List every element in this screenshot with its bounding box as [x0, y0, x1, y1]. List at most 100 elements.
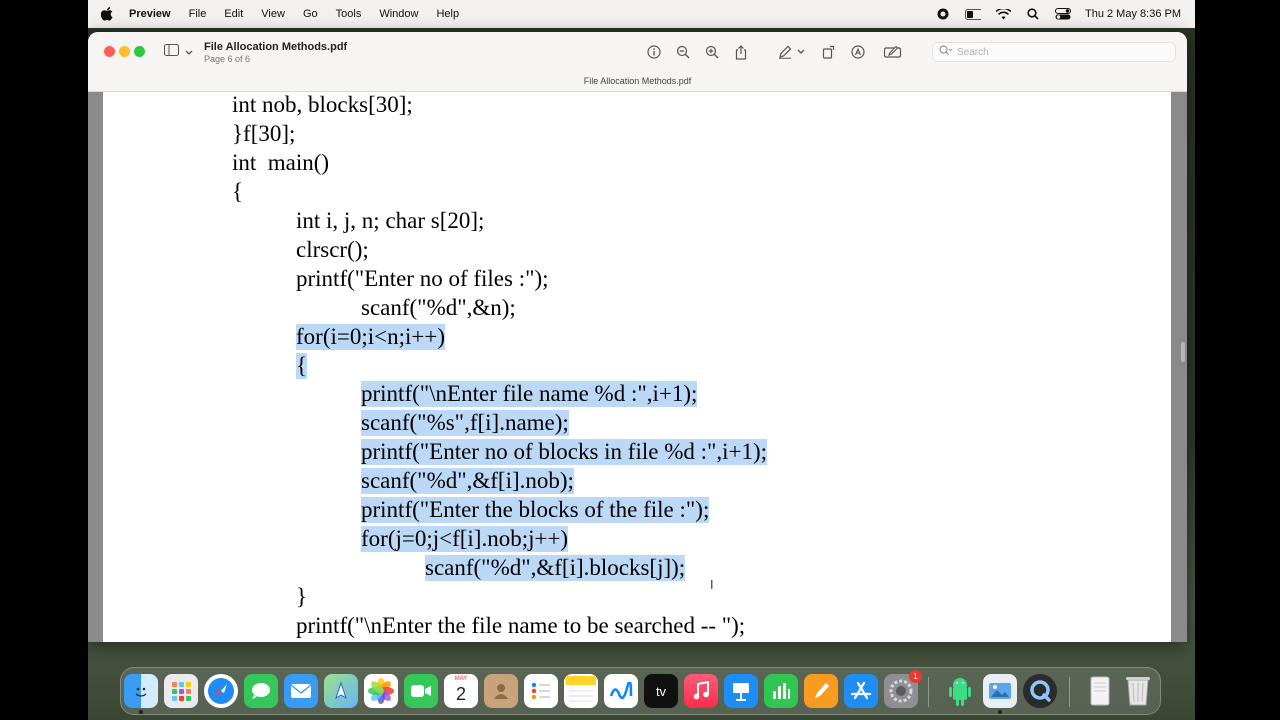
running-indicator	[139, 710, 143, 714]
dock-separator	[928, 677, 929, 707]
code-line-selected: for(i=0;i<n;i++)	[296, 324, 445, 350]
freeform-icon[interactable]	[604, 674, 638, 708]
text-cursor-icon: I	[710, 578, 714, 592]
page-indicator: Page 6 of 6	[204, 54, 251, 64]
calendar-month: MAY	[454, 676, 468, 682]
screen-recording-icon[interactable]	[935, 7, 951, 21]
notes-icon[interactable]	[564, 674, 598, 708]
battery-icon[interactable]	[965, 7, 981, 21]
window-center-title: File Allocation Methods.pdf	[583, 76, 692, 86]
wifi-icon[interactable]	[995, 7, 1011, 21]
toolbar	[645, 43, 913, 61]
document-title: File Allocation Methods.pdf	[204, 41, 348, 53]
share-icon[interactable]	[732, 43, 750, 61]
vertical-scrollbar[interactable]	[1181, 342, 1185, 362]
search-input[interactable]	[957, 46, 1157, 58]
finder-icon[interactable]	[124, 674, 158, 714]
code-line: scanf("%d",&n);	[361, 295, 516, 320]
messages-icon[interactable]	[244, 674, 278, 708]
preview-window: File Allocation Methods.pdf Page 6 of 6	[88, 32, 1187, 642]
photos-icon[interactable]	[364, 674, 398, 708]
system-settings-icon[interactable]: 1	[884, 670, 922, 708]
fullscreen-window-button[interactable]	[134, 46, 145, 57]
spotlight-search-icon[interactable]	[1025, 7, 1041, 21]
window-titlebar: File Allocation Methods.pdf Page 6 of 6	[88, 32, 1187, 92]
code-line-selected: for(j=0;j<f[i].nob;j++)	[361, 526, 569, 552]
code-line-selected: printf("Enter the blocks of the file :")…	[361, 497, 710, 523]
menu-window[interactable]: Window	[379, 8, 418, 20]
menu-bar: Preview File Edit View Go Tools Window H…	[88, 0, 1195, 28]
notification-badge: 1	[909, 670, 922, 683]
sidebar-icon	[164, 43, 179, 61]
code-line: {	[232, 179, 244, 204]
form-filling-icon[interactable]	[884, 43, 902, 61]
downloads-icon[interactable]	[1083, 674, 1117, 708]
close-window-button[interactable]	[104, 46, 115, 57]
search-icon	[939, 43, 953, 61]
menu-help[interactable]: Help	[436, 8, 459, 20]
tv-icon[interactable]: tv	[644, 674, 678, 708]
facetime-icon[interactable]	[404, 674, 438, 708]
calendar-day: 2	[455, 684, 466, 704]
code-line-selected: {	[296, 353, 308, 379]
dock-separator	[1069, 677, 1070, 707]
code-line: }f[30];	[232, 121, 296, 146]
maps-icon[interactable]	[324, 674, 358, 708]
contacts-icon[interactable]	[484, 674, 518, 708]
keynote-icon[interactable]	[724, 674, 758, 708]
markup-pen-icon[interactable]	[776, 43, 794, 61]
app-store-icon[interactable]	[844, 674, 878, 708]
code-line: }	[296, 584, 308, 609]
zoom-out-icon[interactable]	[674, 43, 692, 61]
code-line-selected: printf("\nEnter file name %d :",i+1);	[361, 381, 698, 407]
highlight-icon[interactable]	[849, 43, 867, 61]
mail-icon[interactable]	[284, 674, 318, 708]
menu-go[interactable]: Go	[303, 8, 318, 20]
safari-icon[interactable]	[204, 674, 238, 708]
info-icon[interactable]	[645, 43, 663, 61]
pdf-page[interactable]: int nob, blocks[30]; }f[30]; int main() …	[103, 92, 1171, 642]
code-line-selected: scanf("%d",&f[i].blocks[j]);	[425, 555, 686, 581]
control-center-icon[interactable]	[1055, 7, 1071, 21]
menu-tools[interactable]: Tools	[336, 8, 362, 20]
dock: MAY 2 tv 1	[120, 667, 1161, 715]
search-field[interactable]	[932, 42, 1176, 62]
code-line-selected: scanf("%s",f[i].name);	[361, 410, 569, 436]
menu-view[interactable]: View	[261, 8, 285, 20]
code-line: printf("Enter no of files :");	[296, 266, 549, 291]
code-line: clrscr();	[296, 237, 369, 262]
menu-app-preview[interactable]: Preview	[129, 8, 171, 20]
menu-bar-clock[interactable]: Thu 2 May 8:36 PM	[1085, 8, 1181, 20]
code-line-selected: printf("Enter no of blocks in file %d :"…	[361, 439, 768, 465]
running-indicator	[998, 710, 1002, 714]
code-line: printf("\nEnter the file name to be sear…	[296, 613, 746, 638]
tv-label: tv	[655, 683, 667, 699]
menu-file[interactable]: File	[189, 8, 207, 20]
android-studio-icon[interactable]	[943, 674, 977, 708]
code-line: int nob, blocks[30];	[232, 92, 413, 117]
code-line-selected: scanf("%d",&f[i].nob);	[361, 468, 574, 494]
document-viewport[interactable]: int nob, blocks[30]; }f[30]; int main() …	[88, 92, 1187, 642]
numbers-icon[interactable]	[764, 674, 798, 708]
launchpad-icon[interactable]	[164, 674, 198, 708]
preview-icon[interactable]	[983, 674, 1017, 714]
letterbox-left	[0, 0, 88, 720]
code-line: int main()	[232, 150, 330, 175]
zoom-in-icon[interactable]	[703, 43, 721, 61]
sidebar-toggle-button[interactable]	[164, 44, 193, 60]
calendar-icon[interactable]: MAY 2	[444, 674, 478, 708]
rotate-icon[interactable]	[820, 43, 838, 61]
chevron-down-icon	[185, 43, 193, 61]
menu-edit[interactable]: Edit	[224, 8, 243, 20]
letterbox-right	[1195, 0, 1280, 720]
pages-icon[interactable]	[804, 674, 838, 708]
trash-icon[interactable]	[1121, 674, 1155, 708]
status-area: Thu 2 May 8:36 PM	[935, 0, 1181, 28]
markup-chevron-icon[interactable]	[796, 43, 806, 61]
quicktime-icon[interactable]	[1023, 674, 1057, 708]
reminders-icon[interactable]	[524, 674, 558, 708]
minimize-window-button[interactable]	[119, 46, 130, 57]
code-line: int i, j, n; char s[20];	[296, 208, 485, 233]
music-icon[interactable]	[684, 674, 718, 708]
apple-menu-icon[interactable]	[100, 7, 114, 21]
